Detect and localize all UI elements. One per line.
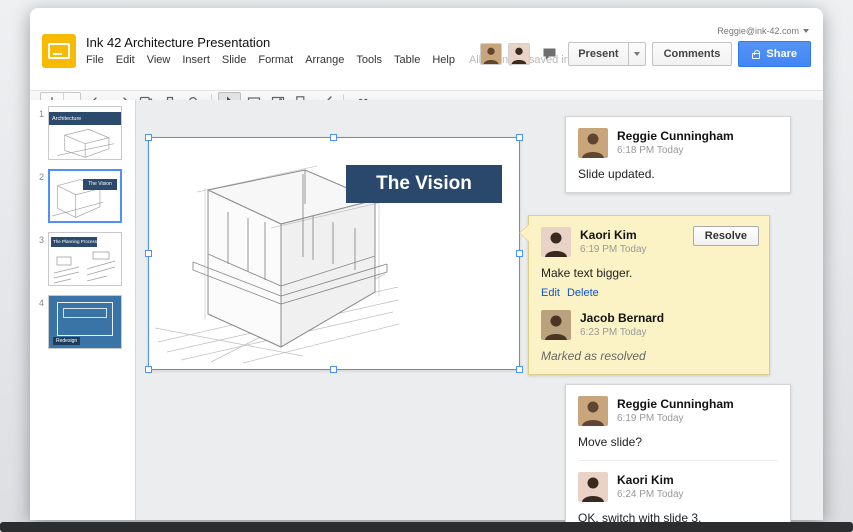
comment-author: Reggie Cunningham <box>617 396 734 411</box>
window-bottom-edge <box>0 522 853 532</box>
comment-body: Make text bigger. <box>541 266 757 280</box>
menu-insert[interactable]: Insert <box>176 52 216 68</box>
slide-title-text: The Vision <box>376 173 472 195</box>
present-dropdown-icon[interactable] <box>629 42 646 66</box>
menu-file[interactable]: File <box>80 52 110 68</box>
selection-handle[interactable] <box>330 134 337 141</box>
comment-body: Slide updated. <box>578 167 778 181</box>
comment-body: Move slide? <box>578 435 778 449</box>
selection-handle[interactable] <box>516 366 523 373</box>
chat-icon[interactable] <box>536 43 562 65</box>
chevron-down-icon <box>803 29 809 33</box>
lock-icon <box>752 53 760 59</box>
filmstrip-item-1: 1 Architecture <box>30 106 135 160</box>
header-actions: Present Comments Share <box>480 41 811 67</box>
comment-author: Kaori Kim <box>580 227 647 242</box>
filmstrip-item-3: 3 The Planning Process <box>30 232 135 286</box>
comment-time: 6:23 PM Today <box>580 327 664 338</box>
menu-tools[interactable]: Tools <box>350 52 388 68</box>
comment-actions: Edit Delete <box>541 287 757 299</box>
comment-thread-active[interactable]: Resolve Kaori Kim 6:19 PM Today Make tex… <box>528 215 770 375</box>
selection-handle[interactable] <box>516 134 523 141</box>
resolve-button[interactable]: Resolve <box>693 226 759 246</box>
slide-thumbnail-4[interactable]: Redesign <box>48 295 122 349</box>
screenshot-stage: Reggie@ink-42.com Ink 42 Architecture Pr… <box>0 0 853 532</box>
comment-reply: Kaori Kim 6:24 PM Today OK, switch with … <box>578 460 778 525</box>
thumb-title-box: Redesign <box>53 337 80 345</box>
menu-slide[interactable]: Slide <box>216 52 252 68</box>
slide-filmstrip: 1 Architecture 2 <box>30 100 136 520</box>
collaborator-avatar-kaori[interactable] <box>508 43 530 65</box>
document-title[interactable]: Ink 42 Architecture Presentation <box>86 35 270 50</box>
thumb-label: Architecture <box>52 116 81 122</box>
selection-handle[interactable] <box>145 366 152 373</box>
share-label: Share <box>766 48 797 60</box>
filmstrip-item-2: 2 The Vision <box>30 169 135 223</box>
comment-author: Reggie Cunningham <box>617 128 734 143</box>
present-label: Present <box>568 42 628 66</box>
logo-frame <box>48 43 70 59</box>
logo-dash <box>53 53 62 55</box>
avatar-jacob <box>541 310 571 340</box>
avatar-reggie <box>578 396 608 426</box>
comment-header: Reggie Cunningham 6:18 PM Today <box>578 128 778 158</box>
comment-author: Jacob Bernard <box>580 310 664 325</box>
comment-pointer <box>520 224 530 242</box>
menu-edit[interactable]: Edit <box>110 52 141 68</box>
delete-link[interactable]: Delete <box>567 287 599 299</box>
thumb-label: Redesign <box>56 338 77 344</box>
thumb-sketch <box>49 125 122 159</box>
thumb-title-box: The Vision <box>83 179 117 190</box>
thumb-label: The Planning Process <box>53 239 97 244</box>
selection-handle[interactable] <box>330 366 337 373</box>
collaborator-avatar-reggie[interactable] <box>480 43 502 65</box>
slides-logo-icon[interactable] <box>42 34 76 68</box>
thumb-sketch <box>49 249 122 285</box>
edit-link[interactable]: Edit <box>541 287 560 299</box>
comment-author: Kaori Kim <box>617 472 684 487</box>
present-button[interactable]: Present <box>568 42 645 66</box>
menu-arrange[interactable]: Arrange <box>299 52 350 68</box>
account-menu[interactable]: Reggie@ink-42.com <box>717 26 809 36</box>
comment-time: 6:19 PM Today <box>617 413 734 424</box>
comment-body-resolved: Marked as resolved <box>541 349 757 363</box>
filmstrip-item-4: 4 Redesign <box>30 295 135 349</box>
comment-time: 6:18 PM Today <box>617 145 734 156</box>
slide-number: 2 <box>30 169 48 223</box>
slide-canvas[interactable]: The Vision <box>148 137 520 370</box>
share-button[interactable]: Share <box>738 41 811 67</box>
avatar-kaori <box>578 472 608 502</box>
comment-time: 6:24 PM Today <box>617 489 684 500</box>
menu-table[interactable]: Table <box>388 52 426 68</box>
slide-title-textbox[interactable]: The Vision <box>346 165 502 203</box>
slide-thumbnail-1[interactable]: Architecture <box>48 106 122 160</box>
selection-handle[interactable] <box>516 250 523 257</box>
slide-number: 1 <box>30 106 48 160</box>
menu-help[interactable]: Help <box>426 52 461 68</box>
thumb-title-band: Architecture <box>49 112 121 125</box>
menu-format[interactable]: Format <box>252 52 299 68</box>
avatar-reggie <box>578 128 608 158</box>
selection-handle[interactable] <box>145 134 152 141</box>
slide-thumbnail-3[interactable]: The Planning Process <box>48 232 122 286</box>
comment-thread-bottom[interactable]: Reggie Cunningham 6:19 PM Today Move sli… <box>565 384 791 532</box>
blueprint-roof <box>63 308 107 318</box>
slide-number: 3 <box>30 232 48 286</box>
comment-thread-top[interactable]: Reggie Cunningham 6:18 PM Today Slide up… <box>565 116 791 193</box>
selection-handle[interactable] <box>145 250 152 257</box>
slide-number: 4 <box>30 295 48 349</box>
avatar-kaori <box>541 227 571 257</box>
comment-time: 6:19 PM Today <box>580 244 647 255</box>
comment-header: Reggie Cunningham 6:19 PM Today <box>578 396 778 426</box>
thumb-label: The Vision <box>88 181 112 187</box>
comment-reply: Jacob Bernard 6:23 PM Today Marked as re… <box>541 310 757 363</box>
thumb-title-box: The Planning Process <box>51 237 97 247</box>
comments-button[interactable]: Comments <box>652 42 733 66</box>
account-email: Reggie@ink-42.com <box>717 26 799 36</box>
slide-thumbnail-2[interactable]: The Vision <box>48 169 122 223</box>
menu-view[interactable]: View <box>141 52 177 68</box>
